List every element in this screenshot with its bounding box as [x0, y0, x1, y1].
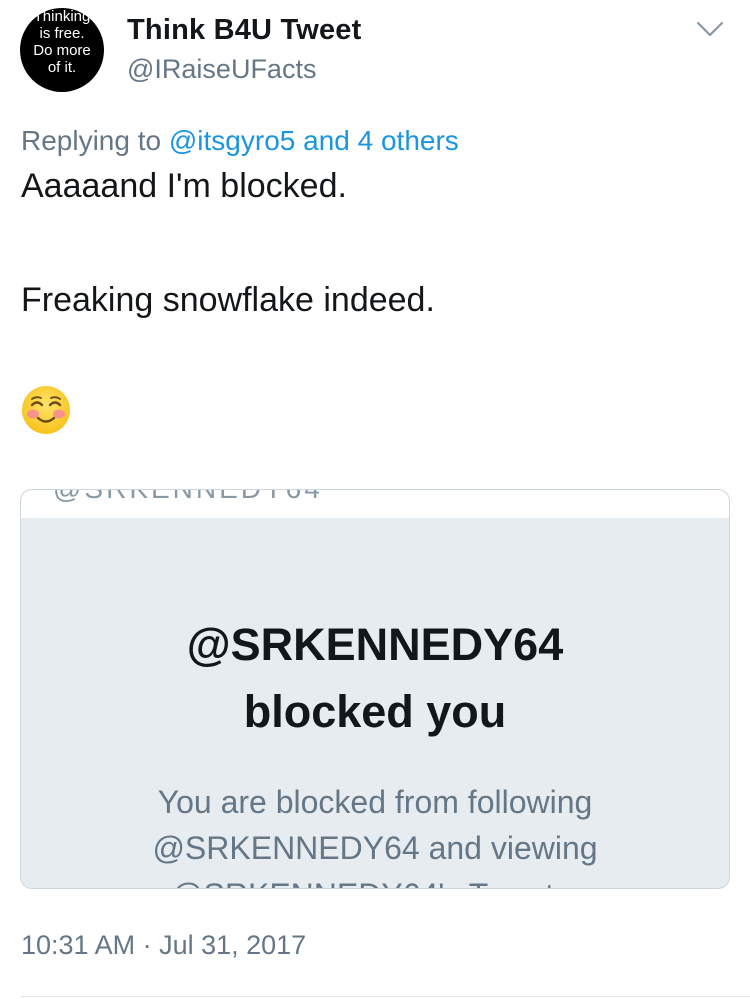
- avatar-text-line: is free.: [39, 25, 85, 42]
- media-subtitle-line: You are blocked from following: [157, 784, 593, 820]
- media-blocked-title: blocked you: [243, 686, 507, 737]
- author-display-name[interactable]: Think B4U Tweet: [127, 14, 362, 47]
- smiling-face-emoji-icon: [22, 386, 70, 434]
- reply-prefix: Replying to: [21, 125, 162, 156]
- chevron-down-icon[interactable]: [695, 19, 725, 39]
- media-blocked-handle: @SRKENNEDY64: [186, 619, 564, 670]
- avatar-text-line: Do more: [33, 42, 91, 59]
- avatar[interactable]: Thinking is free. Do more of it.: [20, 8, 104, 92]
- tweet-timestamp[interactable]: 10:31 AM · Jul 31, 2017: [21, 930, 306, 961]
- tweet-text-line: Freaking snowflake indeed.: [21, 281, 435, 319]
- tweet-text-line: Aaaaand I'm blocked.: [21, 167, 347, 205]
- media-subtitle-line: @SRKENNEDY64's Tweets.: [21, 877, 729, 888]
- reply-targets-link[interactable]: @itsgyro5 and 4 others: [169, 125, 459, 156]
- divider: [21, 996, 750, 997]
- media-top-strip: @SRKENNEDY64: [21, 490, 729, 518]
- media-subtitle-line: @SRKENNEDY64 and viewing: [152, 830, 598, 866]
- media-card[interactable]: @SRKENNEDY64 @SRKENNEDY64 blocked you Yo…: [20, 489, 730, 889]
- author-handle[interactable]: @IRaiseUFacts: [127, 54, 316, 85]
- avatar-text-line: Thinking: [33, 8, 91, 25]
- avatar-text-line: of it.: [47, 59, 77, 76]
- media-top-clipped-text: @SRKENNEDY64: [53, 490, 323, 505]
- reply-context: Replying to @itsgyro5 and 4 others: [21, 125, 459, 157]
